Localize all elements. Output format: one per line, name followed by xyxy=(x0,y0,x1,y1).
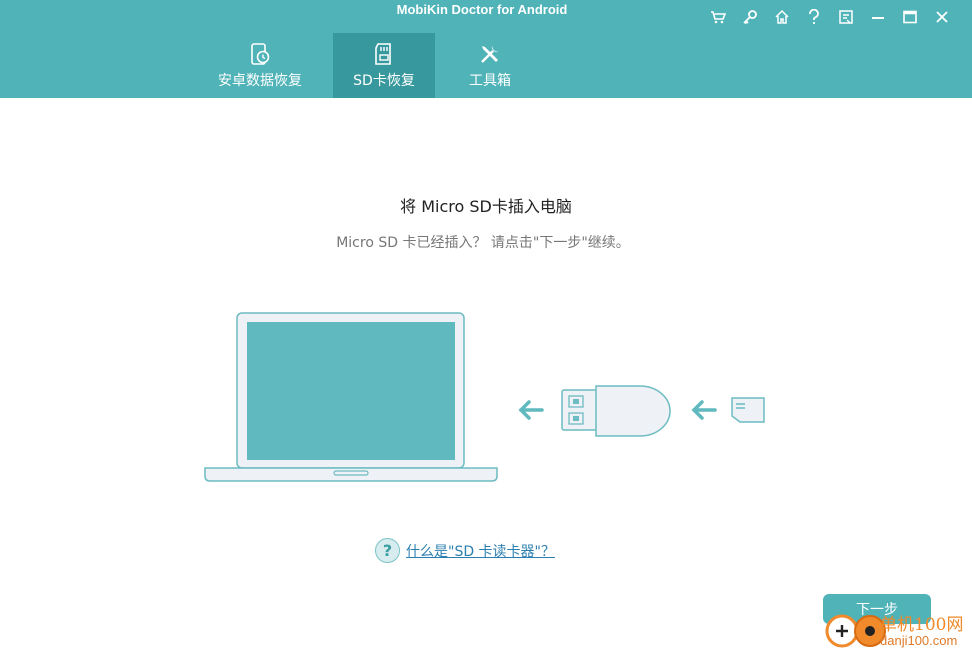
arrow-left-icon xyxy=(518,400,544,420)
what-is-sd-reader-link[interactable]: 什么是"SD 卡读卡器"？ xyxy=(406,541,555,561)
laptop-illustration xyxy=(204,312,498,482)
arrow-left-icon xyxy=(691,400,717,420)
watermark-text: 单机100网 xyxy=(880,615,964,635)
question-icon[interactable]: ? xyxy=(375,538,400,563)
watermark-url: danji100.com xyxy=(880,633,958,648)
insert-sd-illustration xyxy=(204,312,765,482)
help-row: ? 什么是"SD 卡读卡器"？ xyxy=(375,538,555,563)
micro-sd-card-illustration xyxy=(731,397,765,423)
card-reader-illustration xyxy=(561,385,671,437)
